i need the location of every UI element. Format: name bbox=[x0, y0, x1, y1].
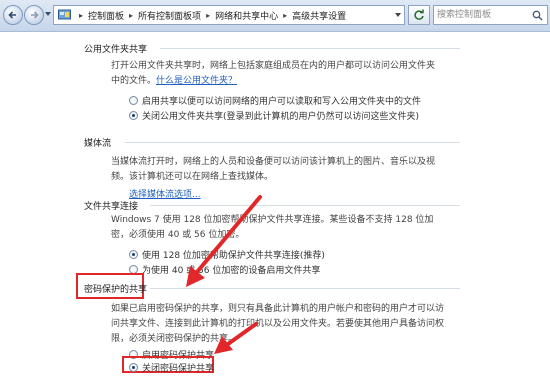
annotation-arrow-icon bbox=[186, 195, 262, 287]
annotation-arrow-icon bbox=[214, 322, 258, 354]
annotation-arrows bbox=[186, 195, 262, 354]
